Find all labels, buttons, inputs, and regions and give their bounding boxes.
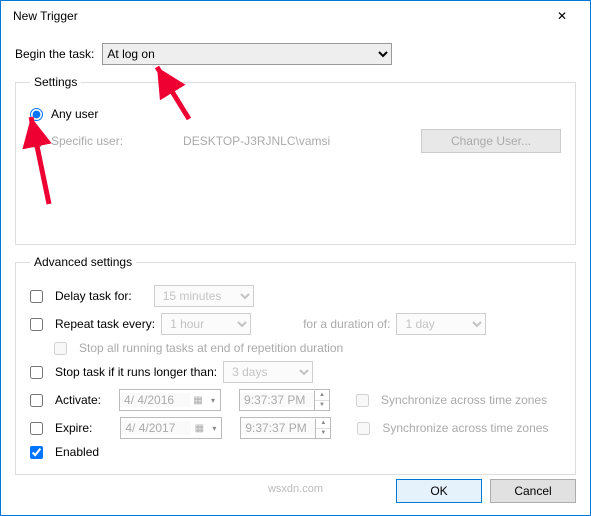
expire-checkbox[interactable] [30, 422, 43, 435]
settings-legend: Settings [30, 75, 81, 89]
delay-label: Delay task for: [55, 289, 132, 303]
repeat-duration-label: for a duration of: [303, 317, 390, 331]
expire-label: Expire: [55, 421, 92, 435]
enabled-checkbox[interactable] [30, 446, 43, 459]
stop-all-checkbox [54, 342, 67, 355]
begin-task-select[interactable]: At log on [102, 43, 392, 65]
advanced-legend: Advanced settings [30, 255, 136, 269]
chevron-down-icon: ▾ [207, 424, 221, 433]
calendar-icon: ▦ [191, 423, 207, 434]
calendar-icon: ▦ [190, 395, 206, 406]
delay-checkbox[interactable] [30, 290, 43, 303]
specific-user-value: DESKTOP-J3RJNLC\vamsi [183, 134, 421, 148]
activate-date-input [120, 393, 190, 407]
activate-date-field: ▦ ▾ [119, 389, 221, 411]
repeat-interval-select: 1 hour [161, 313, 251, 335]
settings-group: Settings Any user Specific user: DESKTOP… [15, 75, 576, 245]
change-user-button: Change User... [421, 129, 561, 153]
enabled-label: Enabled [55, 445, 99, 459]
repeat-checkbox[interactable] [30, 318, 43, 331]
expire-date-field: ▦ ▾ [120, 417, 222, 439]
any-user-radio[interactable] [30, 108, 43, 121]
stop-longer-checkbox[interactable] [30, 366, 43, 379]
activate-sync-checkbox [356, 394, 369, 407]
begin-task-label: Begin the task: [15, 47, 94, 61]
repeat-duration-select: 1 day [396, 313, 486, 335]
activate-time-field: ▲▼ [239, 389, 330, 411]
stop-longer-select: 3 days [223, 361, 313, 383]
expire-sync-checkbox [357, 422, 370, 435]
activate-label: Activate: [55, 393, 101, 407]
specific-user-radio[interactable] [30, 135, 43, 148]
delay-select: 15 minutes [154, 285, 254, 307]
activate-sync-label: Synchronize across time zones [381, 393, 547, 407]
repeat-label: Repeat task every: [55, 317, 155, 331]
time-spinner: ▲▼ [315, 419, 330, 438]
ok-button[interactable]: OK [396, 479, 482, 503]
time-spinner: ▲▼ [314, 391, 329, 410]
close-icon: ✕ [557, 9, 567, 23]
window-title: New Trigger [9, 9, 542, 23]
expire-time-field: ▲▼ [240, 417, 331, 439]
expire-time-input [241, 421, 315, 435]
cancel-button[interactable]: Cancel [490, 479, 576, 503]
any-user-label: Any user [51, 107, 98, 121]
stop-longer-label: Stop task if it runs longer than: [55, 365, 217, 379]
specific-user-label: Specific user: [51, 134, 123, 148]
expire-sync-label: Synchronize across time zones [382, 421, 548, 435]
close-button[interactable]: ✕ [542, 2, 582, 30]
activate-time-input [240, 393, 314, 407]
stop-all-label: Stop all running tasks at end of repetit… [79, 341, 343, 355]
activate-checkbox[interactable] [30, 394, 43, 407]
advanced-group: Advanced settings Delay task for: 15 min… [15, 255, 576, 475]
expire-date-input [121, 421, 191, 435]
chevron-down-icon: ▾ [206, 396, 220, 405]
